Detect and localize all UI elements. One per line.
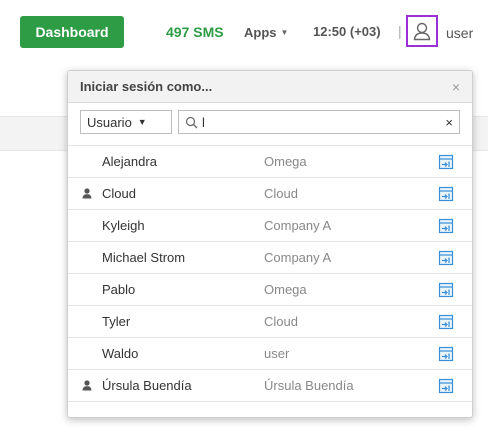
- clear-search-icon[interactable]: ×: [445, 115, 453, 130]
- user-company-cell: Omega: [264, 154, 307, 169]
- user-name-cell: Kyleigh: [102, 218, 145, 233]
- clock: 12:50 (+03): [313, 24, 381, 39]
- login-as-button[interactable]: [406, 15, 438, 47]
- user-name-cell: Tyler: [102, 314, 131, 329]
- user-company-cell: Cloud: [264, 314, 298, 329]
- chevron-down-icon: ▼: [137, 117, 147, 127]
- user-row[interactable]: Úrsula Buendía Úrsula Buendía: [68, 370, 472, 402]
- user-name[interactable]: user: [446, 25, 473, 41]
- login-as-user-icon[interactable]: [434, 378, 458, 394]
- user-row[interactable]: Alejandra Omega: [68, 146, 472, 178]
- login-as-user-icon[interactable]: [434, 154, 458, 170]
- user-company-cell: Company A: [264, 218, 332, 233]
- user-name-cell: Úrsula Buendía: [102, 378, 192, 393]
- search-input[interactable]: [202, 114, 442, 130]
- user-row[interactable]: Tyler Cloud: [68, 306, 472, 338]
- apps-label: Apps: [244, 25, 277, 40]
- user-company-cell: Omega: [264, 282, 307, 297]
- user-row[interactable]: Cloud Cloud: [68, 178, 472, 210]
- user-name-cell: Michael Strom: [102, 250, 186, 265]
- login-as-user-icon[interactable]: [434, 186, 458, 202]
- user-row[interactable]: Kyleigh Company A: [68, 210, 472, 242]
- apps-menu[interactable]: Apps ▼: [244, 25, 288, 40]
- dashboard-button[interactable]: Dashboard: [20, 16, 124, 48]
- user-name-cell: Pablo: [102, 282, 136, 297]
- user-company-cell: user: [264, 346, 290, 361]
- filter-controls: Usuario ▼ ×: [68, 103, 472, 141]
- user-row[interactable]: Waldo user: [68, 338, 472, 370]
- user-list: Alejandra Omega Cloud Cloud Kyleigh Company A…: [68, 145, 472, 402]
- user-company-cell: Cloud: [264, 186, 298, 201]
- search-icon: [185, 116, 198, 128]
- login-as-popup: Iniciar sesión como... × Usuario ▼ × Ale…: [67, 70, 473, 418]
- sms-counter[interactable]: 497 SMS: [166, 24, 224, 40]
- login-as-user-icon[interactable]: [434, 218, 458, 234]
- user-company-cell: Úrsula Buendía: [264, 378, 354, 393]
- divider: |: [398, 23, 402, 39]
- close-icon[interactable]: ×: [452, 79, 460, 95]
- user-icon: [413, 22, 431, 41]
- person-icon: [68, 380, 102, 391]
- user-name-cell: Alejandra: [102, 154, 157, 169]
- login-as-user-icon[interactable]: [434, 346, 458, 362]
- search-box: ×: [178, 110, 460, 134]
- login-as-user-icon[interactable]: [434, 314, 458, 330]
- filter-select[interactable]: Usuario ▼: [80, 110, 172, 134]
- user-row[interactable]: Pablo Omega: [68, 274, 472, 306]
- filter-select-value: Usuario: [87, 114, 132, 130]
- login-as-user-icon[interactable]: [434, 250, 458, 266]
- popup-header: Iniciar sesión como... ×: [68, 71, 472, 103]
- user-company-cell: Company A: [264, 250, 332, 265]
- user-name-cell: Cloud: [102, 186, 136, 201]
- popup-title: Iniciar sesión como...: [80, 79, 213, 94]
- user-row[interactable]: Michael Strom Company A: [68, 242, 472, 274]
- person-icon: [68, 188, 102, 199]
- chevron-down-icon: ▼: [280, 28, 289, 37]
- login-as-user-icon[interactable]: [434, 282, 458, 298]
- user-name-cell: Waldo: [102, 346, 139, 361]
